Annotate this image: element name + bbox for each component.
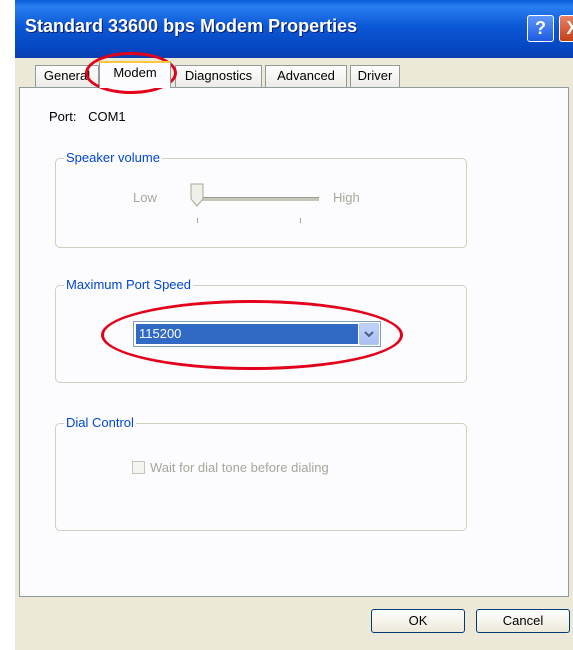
cancel-label: Cancel [502,613,544,628]
port-label: Port: [49,109,77,124]
tab-strip: General Modem Diagnostics Advanced Drive… [15,58,573,88]
port-row: Port: COM1 [49,109,134,124]
wait-dial-tone-checkbox[interactable] [132,461,145,474]
tab-label: Modem [113,65,157,80]
slider-tick [300,218,301,223]
volume-slider-thumb[interactable] [190,183,204,207]
volume-low-label: Low [133,190,157,205]
tab-diagnostics[interactable]: Diagnostics [175,65,262,87]
tab-label: Advanced [277,68,335,83]
close-button[interactable]: X [559,15,573,42]
window-title: Standard 33600 bps Modem Properties [25,16,358,36]
tab-label: Diagnostics [184,68,253,83]
ok-label: OK [408,613,428,628]
chevron-down-icon [364,331,374,338]
speaker-volume-label: Speaker volume [64,150,162,165]
slider-tick [197,218,198,223]
port-speed-select[interactable]: 115200 [133,321,381,347]
tab-label: Driver [357,68,393,83]
dropdown-button[interactable] [359,323,379,345]
close-icon: X [566,18,573,38]
tab-advanced[interactable]: Advanced [265,65,347,87]
tab-modem[interactable]: Modem [99,61,171,88]
wait-dial-tone-label: Wait for dial tone before dialing [150,460,329,475]
help-button[interactable]: ? [527,15,554,42]
speaker-volume-group: Speaker volume [55,150,467,248]
dial-control-label: Dial Control [64,415,136,430]
volume-high-label: High [333,190,360,205]
ok-button[interactable]: OK [371,609,465,633]
title-bar[interactable]: Standard 33600 bps Modem Properties ? X [15,0,573,58]
max-port-speed-label: Maximum Port Speed [64,277,193,292]
volume-slider-track[interactable] [199,197,319,201]
help-icon: ? [535,18,546,38]
tab-general[interactable]: General [35,65,99,87]
tab-label: General [43,68,91,83]
dial-control-group: Dial Control [55,415,467,531]
port-speed-value: 115200 [136,324,358,344]
tab-driver[interactable]: Driver [350,65,400,87]
port-value: COM1 [88,109,126,124]
cancel-button[interactable]: Cancel [476,609,570,633]
dialog-window: Standard 33600 bps Modem Properties ? X … [15,0,573,650]
